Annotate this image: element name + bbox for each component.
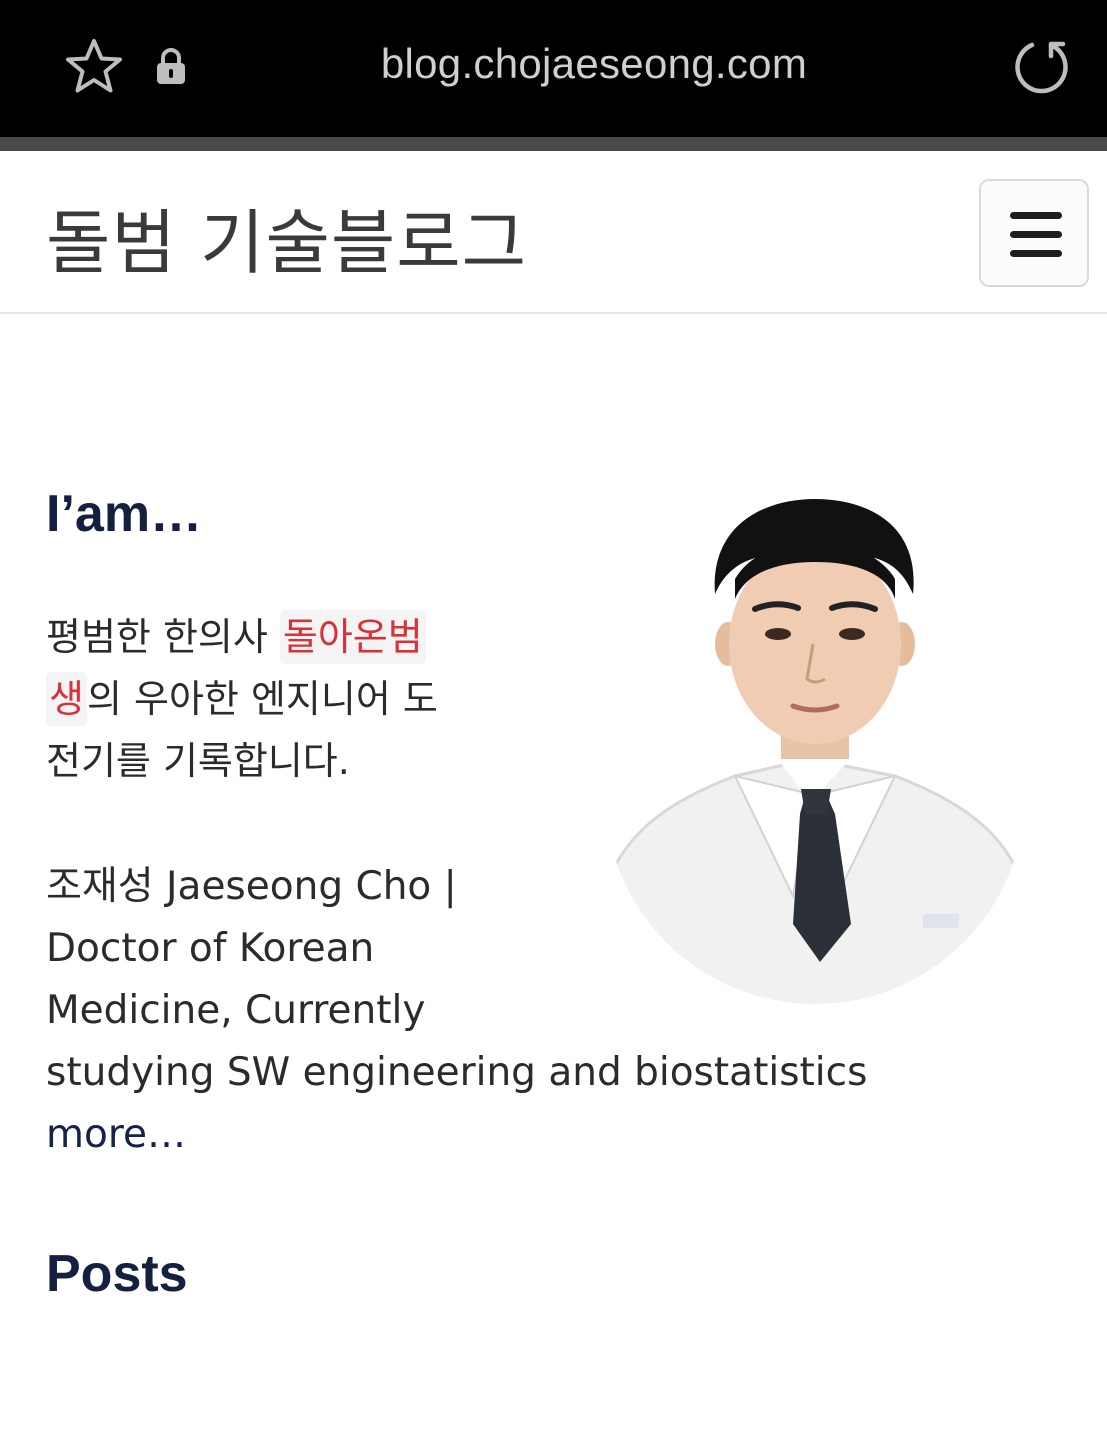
reload-icon[interactable] — [1010, 36, 1072, 98]
intro-text: 평범한 한의사 — [46, 615, 280, 659]
site-header: 돌범 기술블로그 — [0, 151, 1107, 314]
avatar — [605, 484, 1025, 1004]
page-load-strip — [0, 137, 1107, 151]
star-icon[interactable] — [64, 37, 124, 97]
bio-line: studying SW engineering and biostatistic… — [46, 1050, 868, 1095]
about-heading: I’am… — [46, 485, 203, 543]
about-intro: 평범한 한의사 돌아온범 생의 우아한 엔지니어 도 전기를 기록합니다. — [46, 606, 476, 792]
posts-heading: Posts — [46, 1245, 188, 1303]
lock-icon — [157, 48, 185, 84]
highlight-tag: 생 — [46, 672, 87, 726]
site-title[interactable]: 돌범 기술블로그 — [46, 187, 527, 288]
url-address-field[interactable]: blog.chojaeseong.com — [300, 40, 888, 88]
intro-text: 의 우아한 엔지니어 도 — [86, 677, 438, 721]
highlight-tag: 돌아온범 — [279, 610, 426, 664]
more-link[interactable]: more… — [46, 1104, 867, 1166]
intro-text: 전기를 기록합니다. — [46, 739, 350, 783]
menu-button[interactable] — [979, 179, 1089, 287]
browser-toolbar: blog.chojaeseong.com — [0, 0, 1107, 137]
